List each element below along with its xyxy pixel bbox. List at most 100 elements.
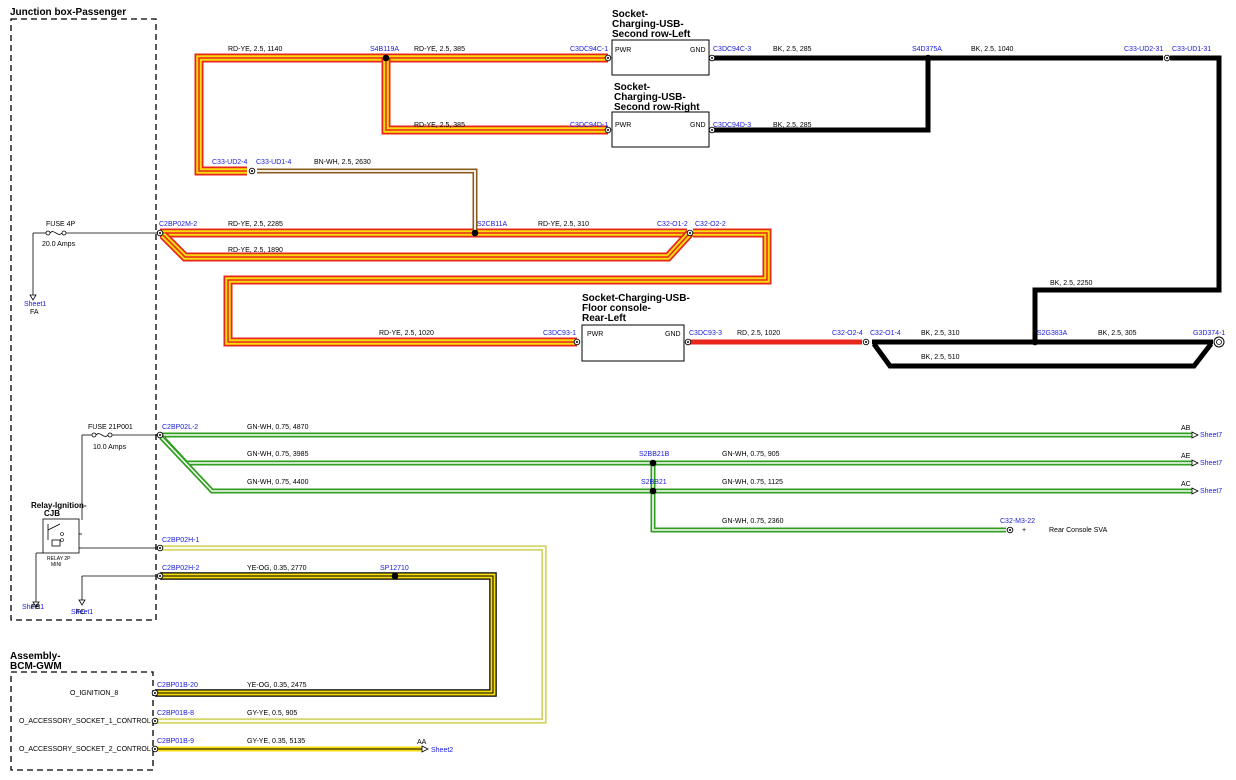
fuse-4p-name: FUSE 4P bbox=[46, 221, 76, 228]
connector-label: C3DC94C-1 bbox=[570, 46, 608, 53]
offpage-fc-label: FC bbox=[76, 609, 85, 616]
ye-wire-group bbox=[155, 545, 547, 752]
wire-label: GN-WH, 0.75, 1125 bbox=[722, 479, 783, 486]
connector-label: C32-O1-2 bbox=[657, 221, 688, 228]
bn-wh-wire bbox=[257, 168, 478, 233]
svg-text:Second row-Left: Second row-Left bbox=[612, 29, 691, 40]
bk-wire-group bbox=[712, 55, 1222, 369]
wiring-diagram: Junction box-Passenger Assembly- BCM-GWM bbox=[10, 7, 1225, 771]
wire-label: BK, 2.5, 285 bbox=[773, 46, 812, 53]
offpage-ab-label: AB bbox=[1181, 425, 1191, 432]
fuse-21p001-name: FUSE 21P001 bbox=[88, 424, 133, 431]
wire-label: RD-YE, 2.5, 310 bbox=[538, 221, 589, 228]
wire-label: RD-YE, 2.5, 2285 bbox=[228, 221, 283, 228]
gn-wire-group bbox=[159, 432, 1192, 533]
usb-socket-second-row-right: Socket- Charging-USB- Second row-Right P… bbox=[611, 82, 710, 148]
connector-label: C33-UD2-31 bbox=[1124, 46, 1163, 53]
wire-label: RD-YE, 2.5, 385 bbox=[414, 46, 465, 53]
wire-label: GY-YE, 0.5, 905 bbox=[247, 710, 297, 717]
wire-label: BK, 2.5, 1040 bbox=[971, 46, 1014, 53]
connector-label: C2BP01B-20 bbox=[157, 682, 198, 689]
wire-label: RD-YE, 2.5, 1140 bbox=[228, 46, 282, 53]
wire-label: RD, 2.5, 1020 bbox=[737, 330, 780, 337]
svg-text:MINI: MINI bbox=[51, 562, 62, 568]
pwr-pin-label: PWR bbox=[587, 331, 603, 338]
splice-label: S2BB21B bbox=[639, 451, 670, 458]
svg-text:Second row-Right: Second row-Right bbox=[614, 102, 700, 113]
signal-accessory-2: O_ACCESSORY_SOCKET_2_CONTROL bbox=[19, 746, 151, 753]
connector-label: C2BP02L-2 bbox=[162, 424, 198, 431]
connector-label: C2BP02H-2 bbox=[162, 565, 199, 572]
wire-label: GN-WH, 0.75, 3985 bbox=[247, 451, 309, 458]
connector-label: C33-UD1-31 bbox=[1172, 46, 1211, 53]
connector-label: C33-UD1-4 bbox=[256, 159, 292, 166]
svg-text:Rear-Left: Rear-Left bbox=[582, 313, 627, 324]
splice-label: S2BB21 bbox=[641, 479, 667, 486]
gnd-pin-label: GND bbox=[690, 47, 706, 54]
offpage-sheet7-ae[interactable]: Sheet7 bbox=[1200, 460, 1222, 467]
bcm-title-line2: BCM-GWM bbox=[10, 661, 62, 672]
wire-label: BK, 2.5, 310 bbox=[921, 330, 960, 337]
ground-label: G3D374-1 bbox=[1193, 330, 1225, 337]
connector-pins bbox=[151, 54, 1225, 753]
svg-text:CJB: CJB bbox=[44, 509, 60, 518]
wire-label: GN-WH, 0.75, 4870 bbox=[247, 424, 309, 431]
splice-label: SP12710 bbox=[380, 565, 409, 572]
wire-label: BK, 2.5, 285 bbox=[773, 122, 812, 129]
offpage-ae-label: AE bbox=[1181, 453, 1191, 460]
fuse-21p001 bbox=[78, 432, 158, 606]
wire-label: RD-YE, 2.5, 1020 bbox=[379, 330, 434, 337]
connector-label: C2BP02M-2 bbox=[159, 221, 197, 228]
splice-label: S2CB11A bbox=[477, 221, 508, 228]
wire-label: GY-YE, 0.35, 5135 bbox=[247, 738, 305, 745]
connector-label: C32-O1-4 bbox=[870, 330, 901, 337]
fuse-4p-rating: 20.0 Amps bbox=[42, 241, 76, 248]
splice-label: S4B119A bbox=[370, 46, 399, 53]
plus-marker: + bbox=[1022, 527, 1026, 534]
splice-label: S4D375A bbox=[912, 46, 942, 53]
wire-label: BK, 2.5, 510 bbox=[921, 354, 960, 361]
splice-label: S2G383A bbox=[1037, 330, 1068, 337]
offpage-arrows bbox=[421, 431, 1199, 753]
connector-label: C32-O2-4 bbox=[832, 330, 863, 337]
gnd-pin-label: GND bbox=[690, 122, 706, 129]
connector-label: C3DC93-3 bbox=[689, 330, 722, 337]
fuse-21p001-rating: 10.0 Amps bbox=[93, 444, 127, 451]
pwr-pin-label: PWR bbox=[615, 122, 631, 129]
junction-box-border bbox=[10, 18, 157, 621]
wire-label: GN-WH, 0.75, 2360 bbox=[722, 518, 784, 525]
pwr-pin-label: PWR bbox=[615, 47, 631, 54]
offpage-sheet7-ac[interactable]: Sheet7 bbox=[1200, 488, 1222, 495]
wire-label: BK, 2.5, 2250 bbox=[1050, 280, 1093, 287]
connector-label: C32-O2-2 bbox=[695, 221, 726, 228]
offpage-sheet1-fa[interactable]: Sheet1 bbox=[24, 301, 46, 308]
usb-socket-second-row-left: Socket- Charging-USB- Second row-Left PW… bbox=[611, 9, 710, 76]
connector-label: C2BP01B-9 bbox=[157, 738, 194, 745]
wire-label: BK, 2.5, 305 bbox=[1098, 330, 1137, 337]
relay-ignition: Relay-Ignition- CJB RELAY 2P MINI bbox=[31, 501, 87, 608]
signal-ignition: O_IGNITION_8 bbox=[70, 690, 118, 697]
connector-label: C33-UD2-4 bbox=[212, 159, 248, 166]
connector-label: C2BP02H-1 bbox=[162, 537, 199, 544]
offpage-aa-label: AA bbox=[417, 739, 427, 746]
wire-label: GN-WH, 0.75, 4400 bbox=[247, 479, 309, 486]
wire-label: RD-YE, 2.5, 1890 bbox=[228, 247, 283, 254]
offpage-sheet2-aa[interactable]: Sheet2 bbox=[431, 747, 453, 754]
wire-label: GN-WH, 0.75, 905 bbox=[722, 451, 780, 458]
wire-label: RD-YE, 2.5, 385 bbox=[414, 122, 465, 129]
junction-box-title: Junction box-Passenger bbox=[10, 7, 126, 18]
usb-socket-floor-console: Socket-Charging-USB- Floor console- Rear… bbox=[581, 293, 690, 362]
connector-label: C3DC94C-3 bbox=[713, 46, 751, 53]
wire-label: BN-WH, 2.5, 2630 bbox=[314, 159, 371, 166]
signal-accessory-1: O_ACCESSORY_SOCKET_1_CONTROL bbox=[19, 718, 151, 725]
connector-label: C3DC93-1 bbox=[543, 330, 576, 337]
rear-console-label: Rear Console SVA bbox=[1049, 527, 1108, 534]
offpage-ac-label: AC bbox=[1181, 481, 1191, 488]
offpage-sheet7-ab[interactable]: Sheet7 bbox=[1200, 432, 1222, 439]
connector-label: C32-M3-22 bbox=[1000, 518, 1035, 525]
connector-label: C3DC94D-1 bbox=[570, 122, 608, 129]
connector-label: C3DC94D-3 bbox=[713, 122, 751, 129]
offpage-fb-label: FB bbox=[31, 604, 40, 611]
offpage-fa-label: FA bbox=[30, 309, 39, 316]
wire-label: YE-OG, 0.35, 2770 bbox=[247, 565, 307, 572]
